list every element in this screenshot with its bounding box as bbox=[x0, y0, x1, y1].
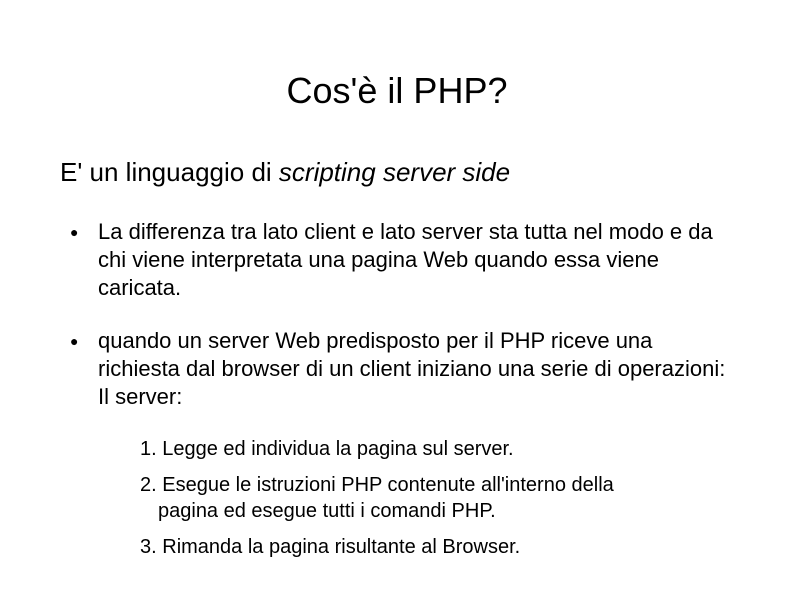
item-text: Rimanda la pagina risultante al Browser. bbox=[162, 536, 520, 558]
item-text: Legge ed individua la pagina sul server. bbox=[162, 438, 513, 460]
item-text-line2: pagina ed esegue tutti i comandi PHP. bbox=[140, 498, 734, 524]
slide-subtitle: E' un linguaggio di scripting server sid… bbox=[60, 157, 734, 188]
bullet-text: quando un server Web predisposto per il … bbox=[90, 327, 734, 411]
slide: Cos'è il PHP? E' un linguaggio di script… bbox=[0, 0, 794, 595]
bullet-item: ● La differenza tra lato client e lato s… bbox=[70, 218, 734, 302]
numbered-list: 1. Legge ed individua la pagina sul serv… bbox=[60, 436, 734, 560]
item-number: 1. bbox=[140, 438, 157, 460]
numbered-item: 3. Rimanda la pagina risultante al Brows… bbox=[140, 534, 734, 560]
bullet-dot-icon: ● bbox=[70, 327, 90, 355]
slide-title: Cos'è il PHP? bbox=[60, 70, 734, 112]
numbered-item: 2. Esegue le istruzioni PHP contenute al… bbox=[140, 472, 734, 524]
subtitle-prefix: E' un linguaggio di bbox=[60, 157, 279, 187]
subtitle-italic: scripting server side bbox=[279, 157, 510, 187]
bullet-text: La differenza tra lato client e lato ser… bbox=[90, 218, 734, 302]
item-number: 2. bbox=[140, 474, 157, 496]
numbered-item: 1. Legge ed individua la pagina sul serv… bbox=[140, 436, 734, 462]
bullet-list: ● La differenza tra lato client e lato s… bbox=[60, 218, 734, 411]
item-text-line1: Esegue le istruzioni PHP contenute all'i… bbox=[162, 474, 614, 496]
item-number: 3. bbox=[140, 536, 157, 558]
bullet-dot-icon: ● bbox=[70, 218, 90, 246]
bullet-item: ● quando un server Web predisposto per i… bbox=[70, 327, 734, 411]
